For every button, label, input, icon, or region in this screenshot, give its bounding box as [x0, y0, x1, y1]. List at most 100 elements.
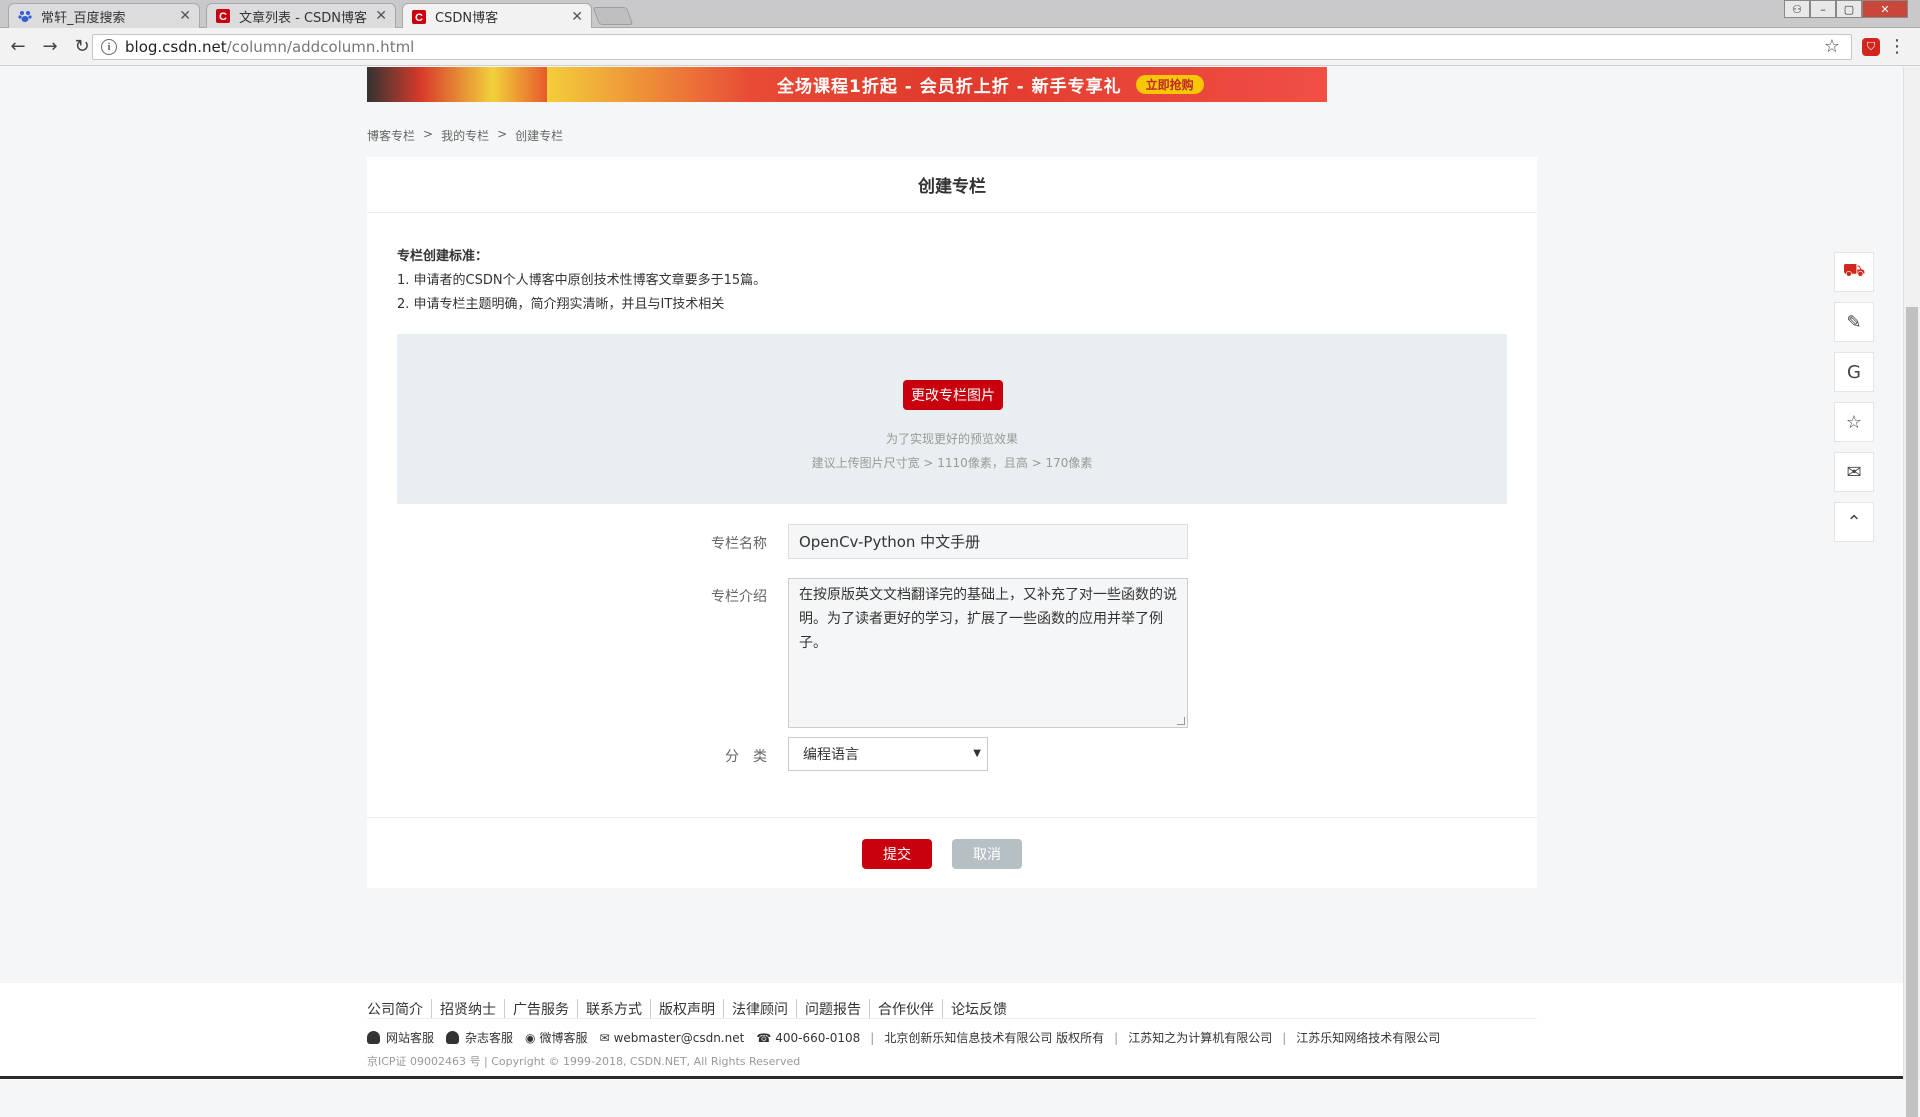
svg-text:C: C [415, 12, 423, 24]
new-tab-button[interactable] [592, 7, 634, 25]
footer-link[interactable]: 广告服务 [504, 999, 577, 1019]
contact-weibo-service[interactable]: 微博客服 [540, 1029, 588, 1046]
breadcrumb: 博客专栏 > 我的专栏 > 创建专栏 [367, 127, 563, 144]
scrollbar-thumb[interactable] [1906, 307, 1918, 1117]
address-bar[interactable]: i blog.csdn.net/column/addcolumn.html [92, 34, 1852, 60]
contact-site-service[interactable]: 网站客服 [386, 1029, 434, 1046]
category-label: 分 类 [725, 749, 767, 765]
rule-item: 2. 申请专栏主题明确，简介翔实清晰，并且与IT技术相关 [397, 297, 725, 312]
category-selected-value: 编程语言 [803, 747, 859, 763]
edit-pencil-icon[interactable]: ✎ [1834, 302, 1874, 342]
user-icon[interactable]: ⚇ [1784, 0, 1810, 18]
bookmark-star-icon[interactable]: ☆ [1824, 36, 1840, 57]
window-close-button[interactable]: ✕ [1862, 0, 1908, 18]
page-title: 创建专栏 [367, 157, 1537, 213]
csdn-icon: C [411, 9, 427, 25]
banner-buy-button[interactable]: 立即抢购 [1135, 75, 1204, 94]
weibo-icon: ◉ [525, 1030, 536, 1045]
category-select[interactable]: 编程语言 ▼ [788, 737, 988, 771]
service-icon [446, 1031, 460, 1044]
footer-link[interactable]: 版权声明 [650, 999, 723, 1019]
extension-icon[interactable]: ⛉ [1862, 38, 1880, 56]
minimize-button[interactable]: – [1810, 0, 1836, 18]
window-controls: ⚇ – ▢ ✕ [1784, 0, 1908, 18]
cover-image-area: 更改专栏图片 为了实现更好的预览效果 建议上传图片尺寸宽 > 1110像素，且高… [397, 334, 1507, 504]
submit-button[interactable]: 提交 [862, 839, 932, 869]
upload-hint: 为了实现更好的预览效果 [885, 432, 1018, 446]
site-footer: 公司简介 招贤纳士 广告服务 联系方式 版权声明 法律顾问 问题报告 合作伙伴 … [0, 983, 1903, 1080]
promo-banner[interactable]: 全场课程1折起 - 会员折上折 - 新手专享礼 立即抢购 [367, 67, 1327, 102]
user-star-icon[interactable]: ☆ [1834, 402, 1874, 442]
breadcrumb-my-column[interactable]: 我的专栏 [441, 127, 489, 144]
contact-magazine-service[interactable]: 杂志客服 [465, 1029, 513, 1046]
footer-link[interactable]: 公司简介 [367, 999, 431, 1019]
mail-icon: ✉ [599, 1030, 610, 1045]
separator: | [870, 1030, 875, 1045]
cancel-button[interactable]: 取消 [952, 839, 1022, 869]
svg-text:C: C [219, 11, 227, 23]
csdn-icon: C [215, 8, 231, 24]
maximize-button[interactable]: ▢ [1836, 0, 1862, 18]
company-name: 江苏乐知网络技术有限公司 [1296, 1031, 1441, 1045]
create-column-card: 创建专栏 专栏创建标准： 1. 申请者的CSDN个人博客中原创技术性博客文章要多… [367, 157, 1537, 888]
company-name: 江苏知之为计算机有限公司 [1128, 1031, 1273, 1045]
baidu-icon [17, 8, 33, 24]
rule-item: 1. 申请者的CSDN个人博客中原创技术性博客文章要多于15篇。 [397, 273, 767, 288]
footer-link[interactable]: 论坛反馈 [942, 999, 1015, 1019]
chevron-down-icon: ▼ [973, 748, 981, 759]
phone-icon: ☎ [756, 1030, 772, 1045]
page-scrollbar[interactable] [1903, 67, 1920, 1117]
menu-icon[interactable]: ⋮ [1888, 36, 1906, 57]
column-intro-textarea[interactable]: 在按原版英文文档翻译完的基础上，又补充了对一些函数的说明。为了读者更好的学习，扩… [788, 578, 1188, 728]
company-name: 北京创新乐知信息技术有限公司 版权所有 [884, 1031, 1105, 1045]
banner-artwork [367, 67, 547, 102]
footer-divider [367, 1018, 1537, 1019]
breadcrumb-blog-column[interactable]: 博客专栏 [367, 127, 415, 144]
close-icon[interactable]: ✕ [179, 8, 191, 24]
column-intro-text: 在按原版英文文档翻译完的基础上，又补充了对一些函数的说明。为了读者更好的学习，扩… [799, 587, 1177, 651]
right-toolbar: ⛟ ✎ G ☆ ✉ ⌃ [1834, 252, 1874, 552]
banner-text: 全场课程1折起 - 会员折上折 - 新手专享礼 [777, 77, 1122, 97]
info-icon[interactable]: i [101, 39, 117, 55]
copyright: 京ICP证 09002463 号 | Copyright © 1999-2018… [367, 1055, 801, 1068]
footer-link[interactable]: 问题报告 [796, 999, 869, 1019]
browser-tab-baidu[interactable]: 常轩_百度搜索 ✕ [8, 3, 200, 28]
close-icon[interactable]: ✕ [375, 8, 387, 24]
footer-link[interactable]: 法律顾问 [723, 999, 796, 1019]
url-host: blog.csdn.net [125, 38, 227, 56]
separator: | [1114, 1030, 1119, 1045]
breadcrumb-separator: > [497, 127, 508, 141]
footer-link[interactable]: 联系方式 [577, 999, 650, 1019]
browser-tab-csdn-blog[interactable]: C CSDN博客 ✕ [402, 3, 592, 29]
resize-grip[interactable] [1177, 717, 1185, 725]
contact-email[interactable]: webmaster@csdn.net [614, 1031, 745, 1045]
back-button[interactable]: ← [4, 33, 32, 61]
forward-button[interactable]: → [36, 33, 64, 61]
column-intro-label: 专栏介绍 [711, 589, 767, 605]
tab-title: 常轩_百度搜索 [41, 10, 126, 26]
browser-tab-bar: 常轩_百度搜索 ✕ C 文章列表 - CSDN博客 ✕ C CSDN博客 ✕ ⚇… [0, 0, 1920, 29]
page-content: 全场课程1折起 - 会员折上折 - 新手专享礼 立即抢购 博客专栏 > 我的专栏… [0, 67, 1903, 1080]
column-name-label: 专栏名称 [711, 536, 767, 552]
footer-links: 公司简介 招贤纳士 广告服务 联系方式 版权声明 法律顾问 问题报告 合作伙伴 … [367, 999, 1015, 1019]
back-to-top-icon[interactable]: ⌃ [1834, 502, 1874, 542]
form-actions: 提交 取消 [367, 817, 1537, 888]
close-icon[interactable]: ✕ [571, 9, 583, 25]
footer-contacts: 网站客服 杂志客服 ◉ 微博客服 ✉ webmaster@csdn.net ☎ 400… [367, 1029, 1440, 1046]
column-name-input[interactable]: OpenCv-Python 中文手册 [788, 524, 1188, 559]
footer-link[interactable]: 合作伙伴 [869, 999, 942, 1019]
promo-truck-icon[interactable]: ⛟ [1834, 252, 1874, 292]
browser-tab-article-list[interactable]: C 文章列表 - CSDN博客 ✕ [206, 3, 396, 28]
change-cover-image-button[interactable]: 更改专栏图片 [903, 380, 1003, 410]
breadcrumb-create-column: 创建专栏 [515, 129, 564, 143]
contact-phone: 400-660-0108 [775, 1030, 861, 1045]
customer-service-icon[interactable]: ✉ [1834, 452, 1874, 492]
upload-size-hint: 建议上传图片尺寸宽 > 1110像素，且高 > 170像素 [811, 456, 1093, 470]
taskbar-edge [0, 1076, 1903, 1079]
rules-title: 专栏创建标准： [397, 249, 489, 264]
footer-link[interactable]: 招贤纳士 [431, 999, 504, 1019]
creation-rules: 专栏创建标准： 1. 申请者的CSDN个人博客中原创技术性博客文章要多于15篇。… [397, 245, 766, 317]
column-g-icon[interactable]: G [1834, 352, 1874, 392]
breadcrumb-separator: > [423, 127, 434, 141]
url-path: /column/addcolumn.html [226, 38, 415, 56]
